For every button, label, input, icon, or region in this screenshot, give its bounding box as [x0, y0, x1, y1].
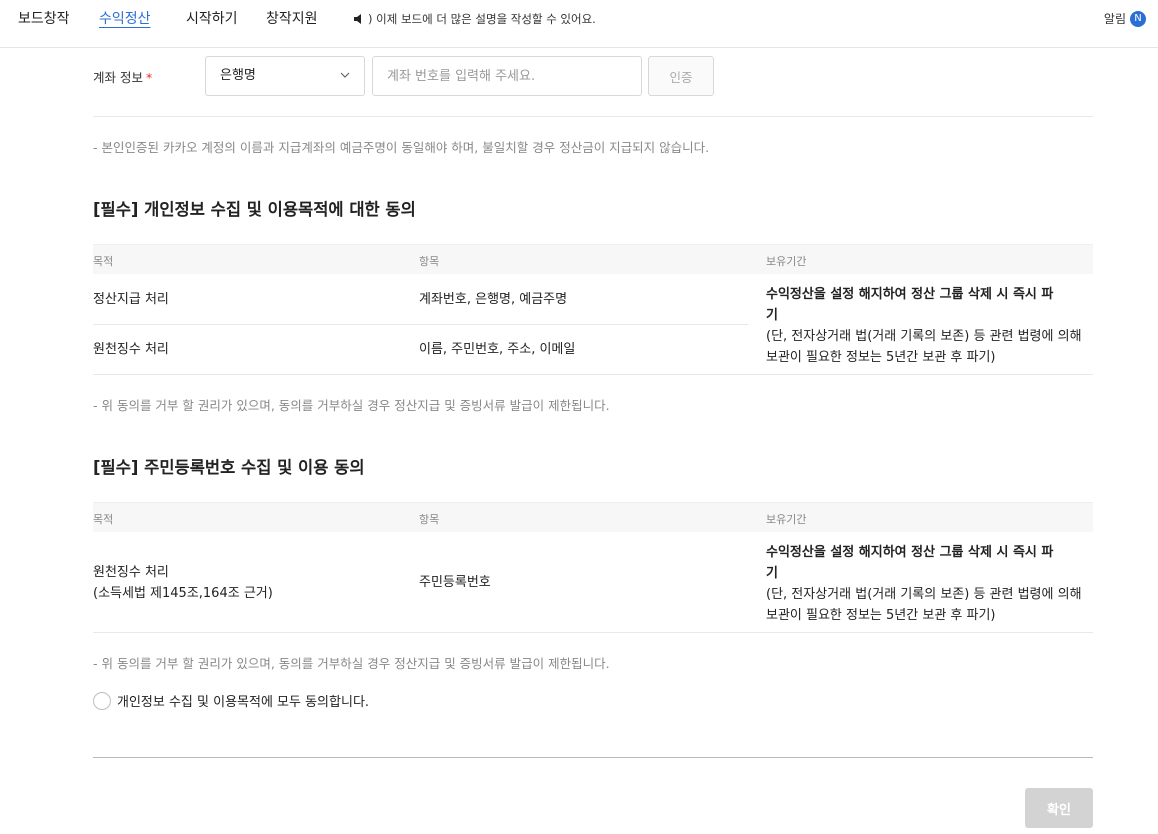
row-1-items: 계좌번호, 은행명, 예금주명: [419, 292, 568, 307]
chevron-down-icon: [340, 72, 350, 78]
header-items: 항목: [419, 255, 440, 268]
retention-main-1: 수익정산을 설정 해지하여 정산 그룹 삭제 시 즉시 파: [766, 287, 1054, 302]
alarm-badge: N: [1130, 10, 1146, 27]
speaker-icon: [354, 14, 361, 24]
account-label: 계좌 정보 *: [93, 67, 152, 86]
header-retention: 보유기간: [766, 513, 807, 526]
table-header: 목적 항목 보유기간: [93, 244, 1093, 274]
nav-item-board-create[interactable]: 보드창작: [18, 9, 70, 29]
row-1-purpose: 정산지급 처리: [93, 292, 169, 307]
header-items: 항목: [419, 513, 440, 526]
retention-period: 수익정산을 설정 해지하여 정산 그룹 삭제 시 즉시 파 기 (단, 전자상거…: [766, 542, 1096, 626]
account-note: - 본인인증된 카카오 계정의 이름과 지급계좌의 예금주명이 동일해야 하며,…: [93, 140, 710, 155]
row-2-purpose: 원천징수 처리: [93, 342, 169, 357]
nav-item-creator-support[interactable]: 창작지원: [266, 9, 318, 29]
account-number-input[interactable]: [372, 56, 642, 96]
bank-select-value: 은행명: [220, 68, 256, 83]
header-purpose: 목적: [93, 255, 114, 268]
required-mark: *: [145, 70, 153, 85]
resident-note: - 위 동의를 거부 할 권리가 있으며, 동의를 거부하실 경우 정산지급 및…: [93, 656, 610, 671]
top-nav: 보드창작 수익정산 시작하기 창작지원 ) 이제 보드에 더 많은 설명을 작성…: [0, 0, 1158, 48]
auth-button[interactable]: 인증: [648, 56, 714, 96]
agree-all-label: 개인정보 수집 및 이용목적에 모두 동의합니다.: [117, 695, 370, 710]
radio-icon[interactable]: [93, 691, 111, 710]
row-divider: [93, 374, 1093, 375]
resident-table: 목적 항목 보유기간 원천징수 처리 (소득세법 제145조,164조 근거) …: [93, 502, 1093, 633]
header-purpose: 목적: [93, 513, 114, 526]
header-retention: 보유기간: [766, 255, 807, 268]
bank-select[interactable]: 은행명: [205, 56, 365, 96]
divider: [93, 116, 1093, 117]
nav-item-revenue-settlement[interactable]: 수익정산: [99, 9, 151, 29]
retention-period: 수익정산을 설정 해지하여 정산 그룹 삭제 시 즉시 파 기 (단, 전자상거…: [766, 284, 1096, 368]
retention-sub-1: (단, 전자상거래 법(거래 기록의 보존) 등 관련 법령에 의해: [766, 329, 1082, 344]
alarm-label: 알림: [1103, 12, 1126, 26]
row-divider: [93, 324, 748, 325]
resident-purpose-2: (소득세법 제145조,164조 근거): [93, 586, 273, 601]
table-header: 목적 항목 보유기간: [93, 502, 1093, 532]
retention-sub-2: 보관이 필요한 정보는 5년간 보관 후 파기): [766, 608, 996, 623]
privacy-section-title: [필수] 개인정보 수집 및 이용목적에 대한 동의: [93, 200, 416, 219]
row-divider: [93, 632, 1093, 633]
notice-text: ) 이제 보드에 더 많은 설명을 작성할 수 있어요.: [368, 12, 596, 26]
alarm-button[interactable]: 알림 N: [1104, 10, 1146, 27]
confirm-button[interactable]: 확인: [1025, 788, 1093, 828]
resident-items: 주민등록번호: [419, 575, 491, 590]
notice-banner[interactable]: ) 이제 보드에 더 많은 설명을 작성할 수 있어요.: [352, 10, 596, 28]
privacy-table: 목적 항목 보유기간 정산지급 처리 계좌번호, 은행명, 예금주명 원천징수 …: [93, 244, 1093, 375]
retention-main-1: 수익정산을 설정 해지하여 정산 그룹 삭제 시 즉시 파: [766, 545, 1054, 560]
retention-main-2: 기: [766, 308, 778, 323]
account-label-text: 계좌 정보: [93, 70, 143, 85]
footer-divider: [93, 757, 1093, 758]
privacy-note: - 위 동의를 거부 할 권리가 있으며, 동의를 거부하실 경우 정산지급 및…: [93, 398, 610, 413]
retention-sub-2: 보관이 필요한 정보는 5년간 보관 후 파기): [766, 350, 996, 365]
agree-all-radio[interactable]: 개인정보 수집 및 이용목적에 모두 동의합니다.: [93, 691, 369, 710]
retention-main-2: 기: [766, 566, 778, 581]
row-2-items: 이름, 주민번호, 주소, 이메일: [419, 342, 576, 357]
retention-sub-1: (단, 전자상거래 법(거래 기록의 보존) 등 관련 법령에 의해: [766, 587, 1082, 602]
resident-purpose-1: 원천징수 처리: [93, 565, 169, 580]
resident-section-title: [필수] 주민등록번호 수집 및 이용 동의: [93, 458, 365, 477]
nav-item-get-started[interactable]: 시작하기: [186, 9, 238, 29]
